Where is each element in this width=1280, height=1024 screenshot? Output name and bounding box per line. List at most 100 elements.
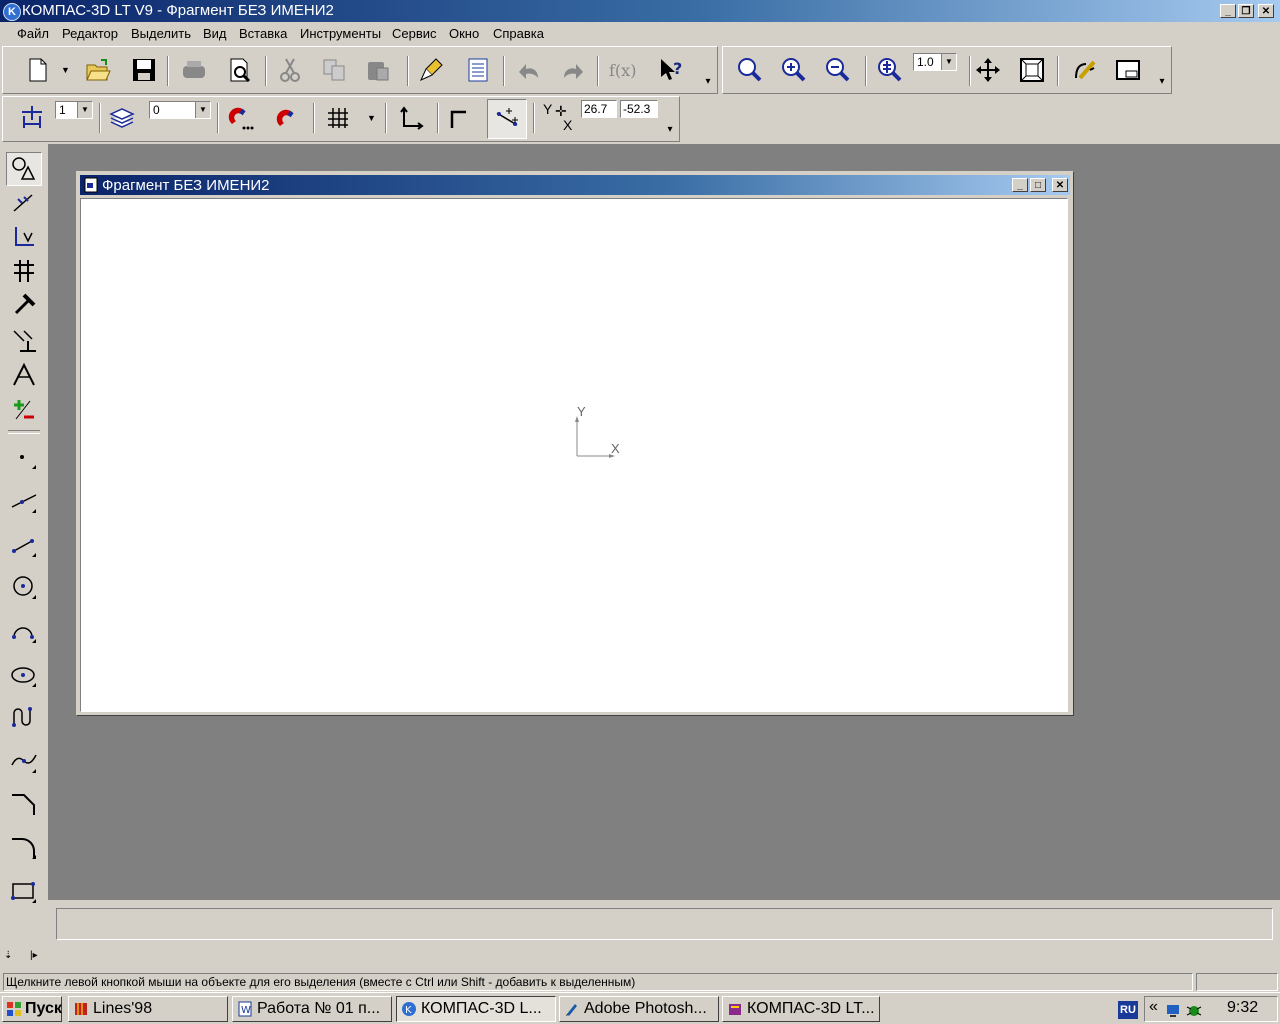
status-bar: Щелкните левой кнопкой мыши на объекте д…	[0, 972, 1280, 992]
clock[interactable]: 9:32	[1227, 999, 1258, 1017]
doc-minimize-button[interactable]: _	[1012, 178, 1028, 192]
point-tool-button[interactable]	[6, 440, 42, 474]
pan-button[interactable]	[971, 53, 1005, 87]
layers-button[interactable]	[105, 101, 139, 135]
coord-y-label: Y	[543, 101, 553, 117]
segment-tool-button[interactable]	[6, 528, 42, 562]
property-bar	[48, 900, 1280, 950]
cursor-x-field[interactable]: 26.7	[581, 100, 617, 118]
drawing-canvas[interactable]: Y X	[80, 198, 1068, 712]
undo-button[interactable]	[513, 53, 547, 87]
designations-group-button[interactable]	[6, 220, 42, 254]
cursor-step-button[interactable]	[15, 101, 49, 135]
svg-text:W: W	[241, 1005, 251, 1016]
minimize-button[interactable]: _	[1220, 4, 1236, 18]
chamfer-tool-button[interactable]	[6, 786, 42, 820]
menu-file[interactable]: Файл	[17, 26, 49, 41]
polyline-tool-button[interactable]	[6, 744, 42, 778]
menu-view[interactable]: Вид	[203, 26, 227, 41]
show-all-button[interactable]	[1015, 53, 1049, 87]
dimensions-group-button[interactable]	[6, 186, 42, 220]
document-title-bar[interactable]: Фрагмент БЕЗ ИМЕНИ2 _ □ ✕	[80, 175, 1070, 195]
view-toolbar-overflow-icon[interactable]: ▾	[1157, 73, 1167, 91]
zoom-scale-combo[interactable]: 1.0 ▼	[913, 53, 957, 71]
compact-panel: ⇣ |▸	[0, 144, 48, 970]
menu-help[interactable]: Справка	[493, 26, 544, 41]
tray-expand-chevron[interactable]: «	[1149, 998, 1158, 1016]
menu-tools[interactable]: Инструменты	[300, 26, 381, 41]
format-painter-button[interactable]	[415, 53, 449, 87]
start-button[interactable]: Пуск	[2, 996, 62, 1022]
local-snap-button[interactable]	[269, 101, 303, 135]
measure-group-button[interactable]	[6, 324, 42, 358]
menu-service[interactable]: Сервис	[392, 26, 437, 41]
spec-group-button[interactable]	[6, 392, 42, 426]
doc-close-button[interactable]: ✕	[1052, 178, 1068, 192]
copy-button[interactable]	[317, 53, 351, 87]
cursor-y-field[interactable]: -52.3	[620, 100, 658, 118]
step-combo[interactable]: 1 ▼	[55, 101, 93, 119]
restore-button[interactable]: ❐	[1238, 4, 1254, 18]
redo-button[interactable]	[555, 53, 589, 87]
auxiliary-line-button[interactable]	[6, 484, 42, 518]
print-preview-button[interactable]	[223, 53, 257, 87]
global-snaps-button[interactable]	[223, 101, 257, 135]
panel-expand-icon[interactable]: |▸	[30, 950, 38, 961]
geometry-group-button[interactable]	[6, 152, 42, 186]
task-photoshop[interactable]: Adobe Photosh...	[559, 996, 719, 1022]
local-cs-button[interactable]	[393, 101, 427, 135]
app-title-bar[interactable]: K КОМПАС-3D LT V9 - Фрагмент БЕЗ ИМЕНИ2 …	[0, 0, 1280, 22]
menu-editor[interactable]: Редактор	[62, 26, 118, 41]
new-dropdown-arrow-icon[interactable]: ▼	[61, 65, 70, 75]
toolbar-overflow-icon[interactable]: ▾	[703, 73, 713, 91]
ortho-mode-button[interactable]	[443, 101, 477, 135]
properties-button[interactable]	[461, 53, 495, 87]
page-layout-button[interactable]	[1111, 53, 1145, 87]
network-icon[interactable]	[1165, 1001, 1183, 1019]
zoom-in-button[interactable]	[777, 53, 811, 87]
language-indicator[interactable]: RU	[1118, 1001, 1138, 1019]
parametrization-group-button[interactable]	[6, 288, 42, 322]
cut-button[interactable]	[273, 53, 307, 87]
task-lines98[interactable]: Lines'98	[68, 996, 228, 1022]
task-word-doc[interactable]: W Работа № 01 п...	[232, 996, 392, 1022]
grid-dropdown-arrow-icon[interactable]: ▼	[367, 113, 376, 123]
spline-tool-button[interactable]	[6, 700, 42, 734]
lines-app-icon	[75, 1003, 87, 1015]
menu-insert[interactable]: Вставка	[239, 26, 287, 41]
rectangle-tool-button[interactable]	[6, 874, 42, 908]
layer-combo[interactable]: 0 ▼	[149, 101, 211, 119]
panel-grip-icon[interactable]: ⇣	[4, 950, 12, 961]
grid-button[interactable]	[321, 101, 355, 135]
zoom-window-button[interactable]	[733, 53, 767, 87]
function-fx-button[interactable]: f(x)	[605, 53, 639, 87]
save-button[interactable]	[127, 53, 161, 87]
select-group-button[interactable]	[6, 358, 42, 392]
close-button[interactable]: ✕	[1258, 4, 1274, 18]
menu-window[interactable]: Окно	[449, 26, 479, 41]
open-folder-button[interactable]	[81, 53, 115, 87]
paste-button[interactable]	[361, 53, 395, 87]
refresh-view-button[interactable]	[1067, 53, 1101, 87]
view-toolbar: 1.0 ▼ ▾	[722, 46, 1172, 94]
zoom-scale-button[interactable]	[873, 53, 907, 87]
windows-logo-icon	[7, 1002, 21, 1016]
state-toolbar-overflow-icon[interactable]: ▾	[665, 121, 675, 139]
parametric-mode-button[interactable]	[487, 99, 527, 139]
context-help-button[interactable]: ?	[655, 53, 689, 87]
standard-toolbar: ▼ f(x) ? ▾	[2, 46, 718, 94]
new-document-button[interactable]	[21, 53, 55, 87]
print-button[interactable]	[177, 53, 211, 87]
status-hint: Щелкните левой кнопкой мыши на объекте д…	[3, 973, 1193, 991]
doc-maximize-button[interactable]: □	[1030, 178, 1046, 192]
antivirus-bug-icon[interactable]	[1185, 1001, 1203, 1019]
ellipse-tool-button[interactable]	[6, 658, 42, 692]
circle-tool-button[interactable]	[6, 570, 42, 604]
arc-tool-button[interactable]	[6, 614, 42, 648]
menu-select[interactable]: Выделить	[131, 26, 191, 41]
task-kompas-help[interactable]: КОМПАС-3D LT...	[722, 996, 880, 1022]
edit-group-button[interactable]	[6, 254, 42, 288]
fillet-tool-button[interactable]	[6, 830, 42, 864]
task-kompas-active[interactable]: K КОМПАС-3D L...	[396, 996, 556, 1022]
zoom-out-button[interactable]	[821, 53, 855, 87]
